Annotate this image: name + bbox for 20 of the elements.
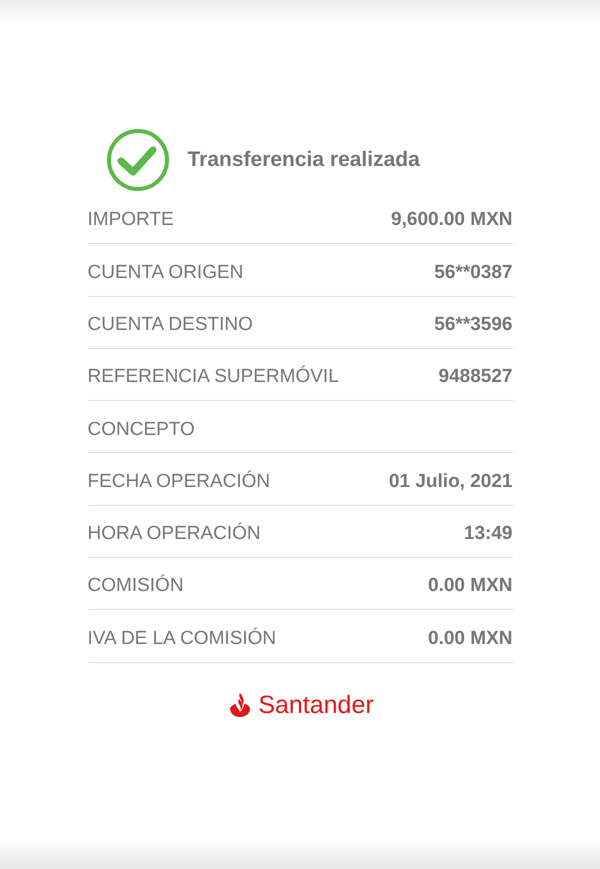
field-value: 13:49: [464, 522, 512, 546]
field-label: CONCEPTO: [88, 418, 195, 442]
field-value: 9,600.00 MXN: [391, 208, 512, 232]
field-label: REFERENCIA SUPERMÓVIL: [88, 364, 339, 390]
field-value: 0.00 MXN: [428, 626, 512, 651]
field-value: 01 Julio, 2021: [388, 470, 512, 494]
field-value: 56**0387: [434, 260, 512, 285]
success-check-icon: [106, 128, 170, 192]
field-value: 56**3596: [434, 312, 512, 337]
field-label: CUENTA ORIGEN: [88, 260, 244, 285]
brand-name: Santander: [258, 690, 374, 721]
status-title: Transferencia realizada: [188, 147, 420, 174]
field-label: CUENTA DESTINO: [88, 312, 253, 337]
field-label: FECHA OPERACIÓN: [88, 470, 270, 494]
field-value: 0.00 MXN: [428, 574, 512, 598]
field-label: HORA OPERACIÓN: [88, 522, 261, 546]
field-label: IVA DE LA COMISIÓN: [88, 626, 276, 651]
field-label: COMISIÓN: [88, 574, 184, 598]
field-value: 9488527: [438, 365, 512, 390]
field-label: IMPORTE: [88, 208, 174, 232]
